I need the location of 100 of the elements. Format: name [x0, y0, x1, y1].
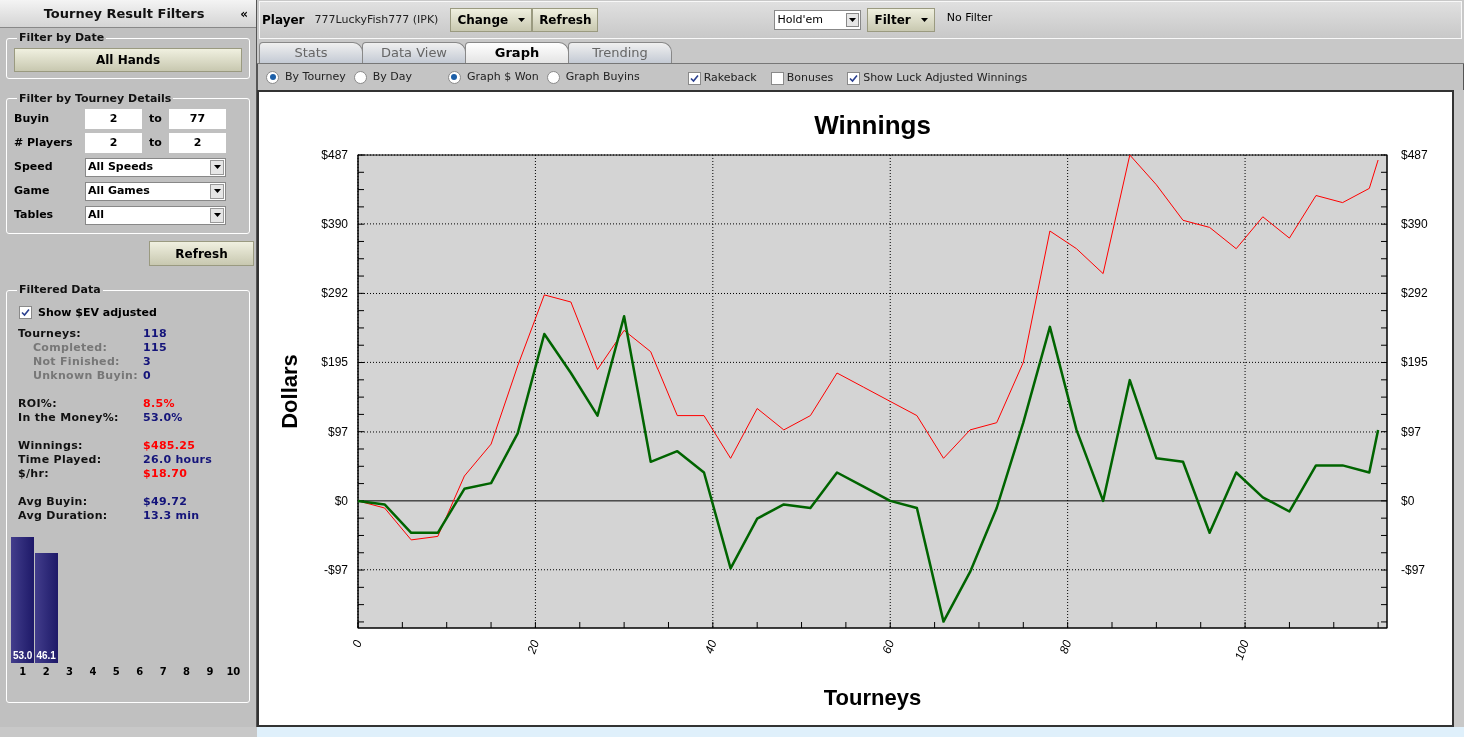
radio-label: By Tourney [285, 68, 346, 85]
axis-title: Tourneys [823, 685, 922, 710]
radio-button[interactable] [447, 70, 461, 84]
tick-label: 20 [524, 638, 543, 656]
category-label: 10 [226, 665, 241, 679]
stat-value: 0 [143, 367, 151, 384]
axis-title: Dollars [277, 354, 302, 429]
dropdown[interactable]: All Games [85, 181, 226, 201]
category-label: 5 [112, 665, 120, 679]
checkbox-label: Rakeback [703, 70, 757, 87]
dropdown[interactable]: All [85, 205, 226, 225]
stat-label: Avg Duration: [18, 507, 109, 524]
category-label: 6 [136, 665, 144, 679]
stat-value: $485.25 [143, 437, 196, 454]
tick-label: 40 [701, 638, 720, 656]
tick-label: $0 [1401, 493, 1415, 508]
game-dropdown[interactable]: Hold'em [774, 10, 862, 30]
refresh-button[interactable]: Refresh [149, 241, 254, 266]
stat-value: 8.5% [143, 395, 175, 412]
tick-label: 0 [349, 638, 365, 650]
collapse-icon[interactable]: « [240, 4, 248, 23]
refresh-button[interactable]: Refresh [532, 8, 599, 32]
checkbox[interactable] [687, 72, 701, 85]
caret-icon [920, 18, 928, 22]
caret-icon [213, 213, 221, 217]
tick-label: -$97 [1401, 562, 1426, 577]
field-label: Game [14, 182, 51, 199]
stat-label: In the Money%: [18, 409, 120, 426]
bar-value-label: 53.0 [12, 650, 33, 662]
dropdown[interactable]: All Speeds [85, 157, 226, 177]
category-label: 8 [183, 665, 191, 679]
tick-label: $487 [321, 148, 348, 162]
category-label: 9 [206, 665, 214, 679]
stat-label: Avg Buyin: [18, 493, 89, 510]
tab[interactable]: Graph [465, 42, 569, 63]
checkbox[interactable] [847, 72, 861, 85]
stat-label: ROI%: [18, 395, 58, 412]
caret-icon [213, 189, 221, 193]
section-title: Filtered Data [18, 282, 102, 298]
radio-label: Graph $ Won [466, 68, 539, 85]
tick-label: $292 [1401, 286, 1428, 301]
tick-label: $487 [1401, 148, 1428, 162]
stat-value: 13.3 min [143, 507, 200, 524]
checkbox-label: Show Luck Adjusted Winnings [863, 70, 1028, 87]
category-label: 7 [159, 665, 167, 679]
player-name: 777LuckyFish777 (IPK) [314, 11, 439, 28]
tick-label: $390 [321, 216, 348, 231]
filter-button[interactable]: Filter [867, 8, 935, 32]
tick-label: $97 [327, 425, 348, 439]
category-label: 2 [42, 665, 50, 679]
stat-value: 3 [143, 353, 151, 370]
radio-button[interactable] [546, 70, 560, 84]
stat-value: 26.0 hours [143, 451, 213, 468]
date-range-button[interactable]: All Hands [14, 47, 242, 72]
category-label: 1 [19, 665, 27, 679]
checkbox[interactable] [19, 306, 32, 320]
input-field[interactable]: 2 [85, 133, 142, 153]
stat-label: Unknown Buyin: [32, 367, 139, 384]
tab[interactable]: Data View [362, 42, 466, 63]
tick-label: 80 [1056, 638, 1075, 656]
field-label: Tables [14, 206, 55, 223]
caret-icon [518, 18, 526, 22]
stat-label: Time Played: [18, 451, 103, 468]
input-field[interactable]: 77 [169, 109, 226, 129]
field-label: # Players [14, 134, 74, 151]
field-label: to [148, 134, 163, 151]
stat-value: 115 [143, 339, 167, 356]
caret-icon [849, 18, 857, 22]
checkbox[interactable] [770, 72, 784, 85]
stat-value: $18.70 [143, 465, 188, 482]
stat-value: $49.72 [143, 493, 188, 510]
stat-label: Tourneys: [18, 325, 82, 342]
chart-title: Winnings [814, 110, 931, 140]
caret-icon [213, 165, 221, 169]
tick-label: $390 [1401, 216, 1428, 231]
radio-label: Graph Buyins [565, 68, 640, 85]
stat-value: 53.0% [143, 409, 183, 426]
section-title: Filter by Date [18, 30, 106, 46]
input-field[interactable]: 2 [85, 109, 142, 129]
checkbox-label: Show $EV adjusted [38, 304, 157, 321]
tick-label: $292 [321, 286, 348, 301]
tab[interactable]: Stats [259, 42, 363, 63]
bar-value-label: 46.1 [36, 650, 56, 662]
radio-button[interactable] [266, 70, 279, 84]
tick-label: $195 [321, 355, 348, 370]
panel-title: Tourney Result Filters [42, 4, 206, 23]
section-title: Filter by Tourney Details [18, 90, 173, 107]
stat-label: Completed: [32, 339, 109, 356]
filter-status: No Filter [946, 9, 993, 26]
change-button[interactable]: Change [450, 8, 533, 32]
stat-label: $/hr: [18, 465, 50, 482]
stat-label: Not Finished: [32, 353, 121, 370]
tick-label: 100 [1231, 638, 1252, 662]
stat-label: Winnings: [18, 437, 84, 454]
field-label: Buyin [14, 110, 50, 127]
tick-label: -$97 [323, 562, 348, 577]
radio-button[interactable] [353, 70, 367, 84]
input-field[interactable]: 2 [169, 133, 226, 153]
tab[interactable]: Trending [568, 42, 672, 63]
category-label: 3 [66, 665, 73, 679]
